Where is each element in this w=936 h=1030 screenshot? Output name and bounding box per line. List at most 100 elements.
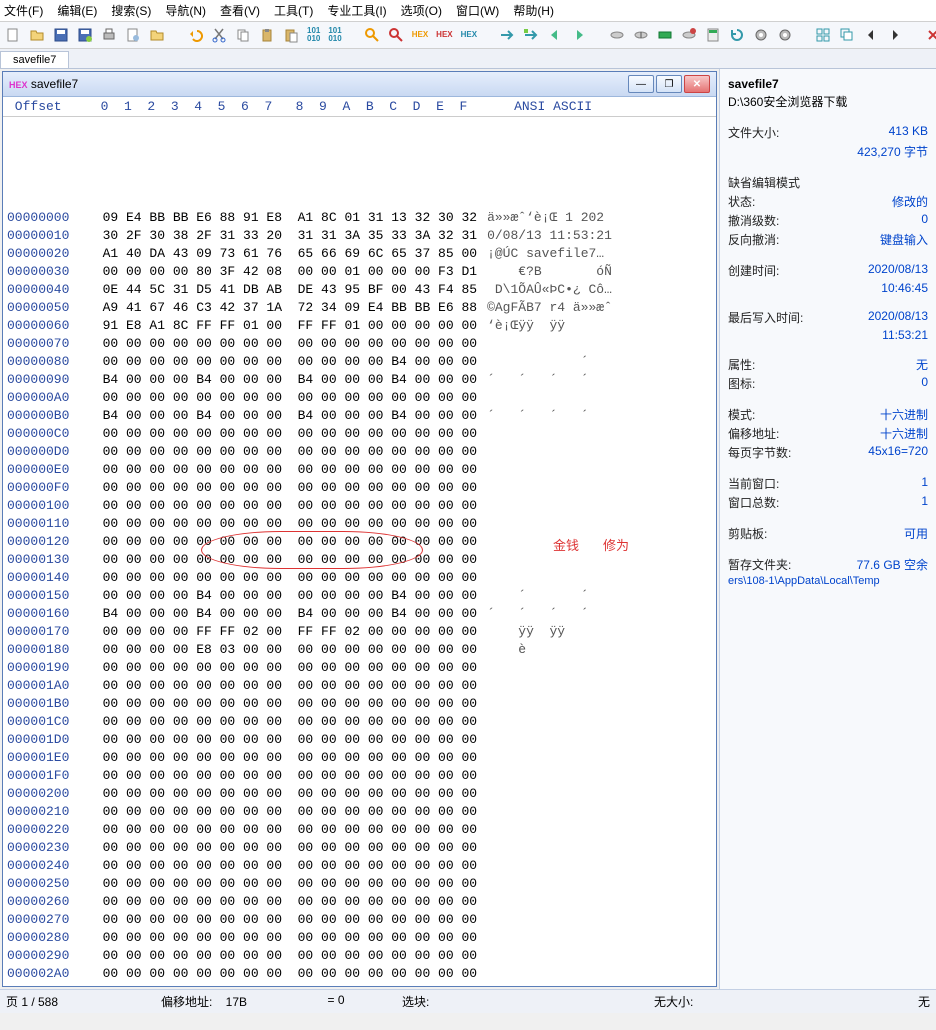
window-tile-icon[interactable] (814, 25, 832, 45)
menu-item[interactable]: 选项(O) (401, 2, 442, 19)
menu-item[interactable]: 窗口(W) (456, 2, 499, 19)
hex-row[interactable]: 000001A0 00 00 00 00 00 00 00 00 00 00 0… (7, 677, 712, 695)
hex-row[interactable]: 00000240 00 00 00 00 00 00 00 00 00 00 0… (7, 857, 712, 875)
calc-icon[interactable] (704, 25, 722, 45)
hex-row[interactable]: 000001C0 00 00 00 00 00 00 00 00 00 00 0… (7, 713, 712, 731)
menu-item[interactable]: 编辑(E) (57, 2, 97, 19)
hex-row[interactable]: 00000030 00 00 00 00 80 3F 42 08 00 00 0… (7, 263, 712, 281)
file-tab[interactable]: savefile7 (0, 51, 69, 68)
folder-icon[interactable] (148, 25, 166, 45)
hex-row[interactable]: 000000D0 00 00 00 00 00 00 00 00 00 00 0… (7, 443, 712, 461)
replace-hex-icon[interactable]: HEX (435, 25, 453, 45)
hex-row[interactable]: 00000220 00 00 00 00 00 00 00 00 00 00 0… (7, 821, 712, 839)
hex-row[interactable]: 00000050 A9 41 67 46 C3 42 37 1A 72 34 0… (7, 299, 712, 317)
goto-icon[interactable] (498, 25, 516, 45)
hex-row[interactable]: 00000210 00 00 00 00 00 00 00 00 00 00 0… (7, 803, 712, 821)
hex-row[interactable]: 000000B0 B4 00 00 00 B4 00 00 00 B4 00 0… (7, 407, 712, 425)
hex-row[interactable]: 00000140 00 00 00 00 00 00 00 00 00 00 0… (7, 569, 712, 587)
menu-item[interactable]: 文件(F) (4, 2, 43, 19)
hex-row[interactable]: 00000250 00 00 00 00 00 00 00 00 00 00 0… (7, 875, 712, 893)
window-cascade-icon[interactable] (838, 25, 856, 45)
disk-icon[interactable] (608, 25, 626, 45)
new-icon[interactable] (4, 25, 22, 45)
hex-row[interactable]: 00000260 00 00 00 00 00 00 00 00 00 00 0… (7, 893, 712, 911)
hex-row[interactable]: 000000E0 00 00 00 00 00 00 00 00 00 00 0… (7, 461, 712, 479)
hex-row[interactable]: 000002B0 00 00 00 00 00 00 00 00 00 00 0… (7, 983, 712, 986)
back-icon[interactable] (546, 25, 564, 45)
menu-item[interactable]: 帮助(H) (513, 2, 554, 19)
hex-row[interactable]: 00000200 00 00 00 00 00 00 00 00 00 00 0… (7, 785, 712, 803)
written-value: 2020/08/13 (868, 309, 928, 326)
hex-row[interactable]: 000000C0 00 00 00 00 00 00 00 00 00 00 0… (7, 425, 712, 443)
hex-101b-icon[interactable]: 101010 (327, 25, 342, 45)
properties-icon[interactable] (124, 25, 142, 45)
hex-row[interactable]: 00000100 00 00 00 00 00 00 00 00 00 00 0… (7, 497, 712, 515)
close-button[interactable]: ✕ (684, 75, 710, 93)
hex-row[interactable]: 00000110 00 00 00 00 00 00 00 00 00 00 0… (7, 515, 712, 533)
find-hex-icon[interactable]: HEX (411, 25, 429, 45)
prev-page-icon[interactable] (862, 25, 880, 45)
undo-icon[interactable] (186, 25, 204, 45)
copy-icon[interactable] (234, 25, 252, 45)
disk-write-icon[interactable] (680, 25, 698, 45)
paste-icon[interactable] (282, 25, 300, 45)
maximize-button[interactable]: ❐ (656, 75, 682, 93)
hex-row[interactable]: 000002A0 00 00 00 00 00 00 00 00 00 00 0… (7, 965, 712, 983)
hex-row[interactable]: 00000190 00 00 00 00 00 00 00 00 00 00 0… (7, 659, 712, 677)
menu-item[interactable]: 导航(N) (165, 2, 206, 19)
menu-item[interactable]: 查看(V) (220, 2, 260, 19)
minimize-button[interactable]: — (628, 75, 654, 93)
gear-icon[interactable] (752, 25, 770, 45)
menu-item[interactable]: 专业工具(I) (327, 2, 386, 19)
hex-row[interactable]: 00000090 B4 00 00 00 B4 00 00 00 B4 00 0… (7, 371, 712, 389)
disk-sector-icon[interactable] (632, 25, 650, 45)
findnext-icon[interactable] (387, 25, 405, 45)
hex-row[interactable]: 000000F0 00 00 00 00 00 00 00 00 00 00 0… (7, 479, 712, 497)
saveas-icon[interactable] (76, 25, 94, 45)
clip-value: 可用 (904, 525, 928, 542)
hex-row[interactable]: 00000070 00 00 00 00 00 00 00 00 00 00 0… (7, 335, 712, 353)
hex-row[interactable]: 00000150 00 00 00 00 B4 00 00 00 00 00 0… (7, 587, 712, 605)
hex-body[interactable]: 00000000 09 E4 BB BB E6 88 91 E8 A1 8C 0… (3, 117, 716, 986)
hex-row[interactable]: 00000170 00 00 00 00 FF FF 02 00 FF FF 0… (7, 623, 712, 641)
revundo-label: 反向撤消: (728, 231, 779, 248)
hex-row[interactable]: 00000290 00 00 00 00 00 00 00 00 00 00 0… (7, 947, 712, 965)
goto-offset-icon[interactable] (522, 25, 540, 45)
hex-row[interactable]: 000001B0 00 00 00 00 00 00 00 00 00 00 0… (7, 695, 712, 713)
hex-row[interactable]: 00000020 A1 40 DA 43 09 73 61 76 65 66 6… (7, 245, 712, 263)
help-icon[interactable] (924, 25, 936, 45)
hex-row[interactable]: 00000080 00 00 00 00 00 00 00 00 00 00 0… (7, 353, 712, 371)
forward-icon[interactable] (570, 25, 588, 45)
hex-row[interactable]: 00000230 00 00 00 00 00 00 00 00 00 00 0… (7, 839, 712, 857)
open-icon[interactable] (28, 25, 46, 45)
hex-row[interactable]: 00000280 00 00 00 00 00 00 00 00 00 00 0… (7, 929, 712, 947)
hex-row[interactable]: 00000010 30 2F 30 38 2F 31 33 20 31 31 3… (7, 227, 712, 245)
hex-row[interactable]: 00000000 09 E4 BB BB E6 88 91 E8 A1 8C 0… (7, 209, 712, 227)
hex-row[interactable]: 00000040 0E 44 5C 31 D5 41 DB AB DE 43 9… (7, 281, 712, 299)
hex-row[interactable]: 000000A0 00 00 00 00 00 00 00 00 00 00 0… (7, 389, 712, 407)
hex-row[interactable]: 000001E0 00 00 00 00 00 00 00 00 00 00 0… (7, 749, 712, 767)
hex-row[interactable]: 00000060 91 E8 A1 8C FF FF 01 00 FF FF 0… (7, 317, 712, 335)
hex-row[interactable]: 00000160 B4 00 00 00 B4 00 00 00 B4 00 0… (7, 605, 712, 623)
menu-item[interactable]: 搜索(S) (111, 2, 151, 19)
find-text-icon[interactable]: HEX (460, 25, 478, 45)
next-page-icon[interactable] (886, 25, 904, 45)
totwin-value: 1 (921, 494, 928, 511)
hex-101-icon[interactable]: 101010 (306, 25, 321, 45)
ram-icon[interactable] (656, 25, 674, 45)
hex-row[interactable]: 000001F0 00 00 00 00 00 00 00 00 00 00 0… (7, 767, 712, 785)
refresh-icon[interactable] (728, 25, 746, 45)
clipboard-icon[interactable] (258, 25, 276, 45)
find-icon[interactable] (363, 25, 381, 45)
menu-item[interactable]: 工具(T) (274, 2, 313, 19)
gear2-icon[interactable] (776, 25, 794, 45)
print-icon[interactable] (100, 25, 118, 45)
cut-icon[interactable] (210, 25, 228, 45)
offs-value: 十六进制 (880, 425, 928, 442)
hex-row[interactable]: 000001D0 00 00 00 00 00 00 00 00 00 00 0… (7, 731, 712, 749)
save-icon[interactable] (52, 25, 70, 45)
hex-row[interactable]: 00000270 00 00 00 00 00 00 00 00 00 00 0… (7, 911, 712, 929)
undo-value: 0 (921, 212, 928, 229)
curwin-label: 当前窗口: (728, 475, 779, 492)
hex-row[interactable]: 00000180 00 00 00 00 E8 03 00 00 00 00 0… (7, 641, 712, 659)
